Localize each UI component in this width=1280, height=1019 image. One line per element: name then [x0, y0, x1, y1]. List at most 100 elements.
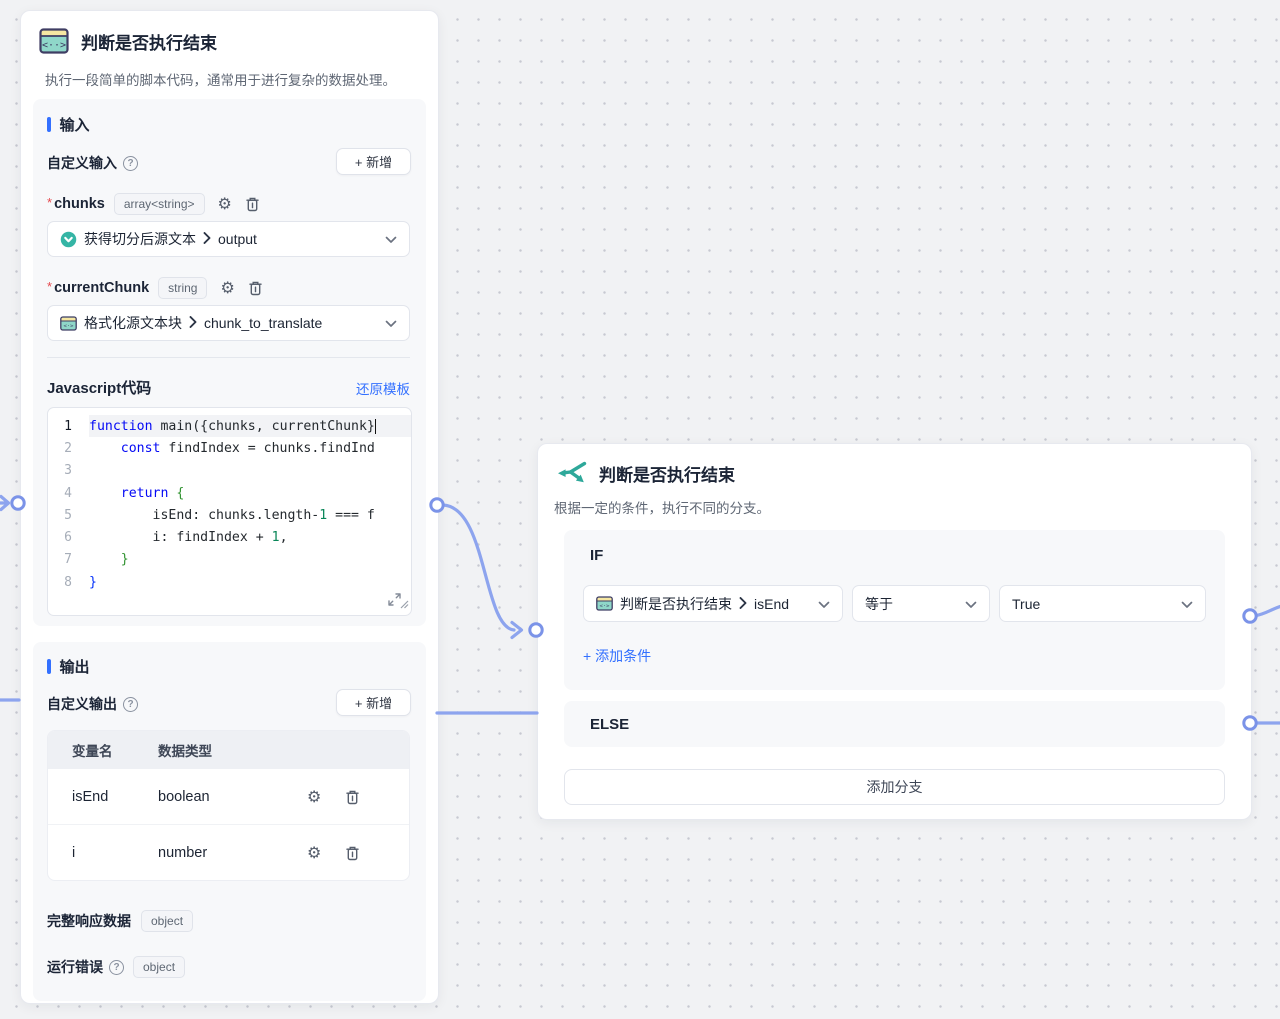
code-editor[interactable]: 1function main({chunks, currentChunk}2 c…	[47, 407, 412, 616]
required-asterisk: *	[47, 195, 52, 210]
condition-variable-select[interactable]: <·> 判断是否执行结束 isEnd	[583, 585, 843, 622]
variable-key: isEnd	[754, 596, 789, 612]
ref-key: chunk_to_translate	[204, 315, 322, 331]
line-number: 2	[48, 441, 72, 456]
code-line[interactable]: 6 i: findIndex + 1,	[48, 526, 411, 548]
trash-icon[interactable]	[245, 196, 260, 212]
code-node-title: 判断是否执行结束	[81, 29, 217, 54]
output-var-name: i	[48, 845, 158, 861]
edge-code-to-condition	[443, 505, 514, 630]
field-type-tag: string	[158, 277, 207, 299]
code-node-header: <··> 判断是否执行结束	[39, 27, 217, 55]
if-label: IF	[590, 547, 603, 564]
edge-arrowhead	[512, 623, 522, 638]
edge-arrowhead	[1, 497, 9, 510]
condition-node-header: 判断是否执行结束	[557, 459, 735, 487]
chevron-right-icon	[739, 596, 747, 612]
type-tag: object	[141, 910, 193, 932]
table-header-row: 变量名 数据类型	[48, 731, 409, 769]
condition-operator-select[interactable]: 等于	[852, 585, 990, 622]
custom-input-label: 自定义输入	[47, 153, 117, 173]
input-section-label: 输入	[60, 114, 90, 135]
ref-node-name: 格式化源文本块	[84, 313, 182, 333]
field-name: chunks	[54, 196, 105, 212]
trash-icon[interactable]	[345, 789, 360, 805]
svg-text:<·>: <·>	[64, 323, 75, 329]
input-section-header: 输入	[47, 114, 90, 135]
table-row: i number ⚙	[48, 824, 409, 880]
gear-icon[interactable]: ⚙	[218, 196, 232, 212]
line-number: 8	[48, 575, 72, 590]
run-error-row: 运行错误 ? object	[47, 956, 185, 978]
type-tag: object	[133, 956, 185, 978]
output-panel: 输出 自定义输出 ? + 新增 变量名 数据类型 isEnd boolean ⚙	[33, 642, 426, 1001]
resize-handle[interactable]	[400, 598, 409, 613]
output-var-name: isEnd	[48, 789, 158, 805]
line-number: 7	[48, 552, 72, 567]
output-var-type: number	[158, 845, 299, 861]
currentChunk-value-select[interactable]: <·> 格式化源文本块 chunk_to_translate	[47, 305, 410, 341]
chevron-down-icon	[1181, 596, 1193, 612]
help-icon[interactable]: ?	[109, 960, 124, 975]
output-var-type: boolean	[158, 789, 299, 805]
section-accent-bar	[47, 659, 51, 674]
chevron-down-icon	[818, 596, 830, 612]
gear-icon[interactable]: ⚙	[220, 280, 234, 296]
code-line[interactable]: 8}	[48, 571, 411, 593]
line-number: 5	[48, 508, 72, 523]
input-field-currentChunk: * currentChunk string ⚙	[47, 277, 263, 299]
else-label: ELSE	[590, 716, 629, 733]
table-row: isEnd boolean ⚙	[48, 769, 409, 824]
branch-icon	[557, 459, 587, 487]
condition-node-title: 判断是否执行结束	[599, 461, 735, 486]
operator-value: 等于	[865, 594, 893, 614]
code-line[interactable]: 1function main({chunks, currentChunk}	[48, 415, 411, 437]
custom-input-row: 自定义输入 ?	[47, 153, 138, 173]
help-icon[interactable]: ?	[123, 697, 138, 712]
custom-output-label: 自定义输出	[47, 694, 117, 714]
if-block: IF <·> 判断是否执行结束 isEnd 等于	[564, 530, 1225, 690]
chevron-right-icon	[203, 231, 211, 247]
code-section-header: Javascript代码 还原模板	[47, 377, 410, 398]
line-number: 3	[48, 463, 72, 478]
custom-output-row: 自定义输出 ?	[47, 694, 138, 714]
field-type-tag: array<string>	[114, 193, 205, 215]
add-input-button[interactable]: + 新增	[336, 148, 411, 175]
code-line[interactable]: 2 const findIndex = chunks.findInd	[48, 437, 411, 459]
divider	[47, 357, 410, 358]
condition-node-description: 根据一定的条件，执行不同的分支。	[554, 497, 770, 517]
col-data-type: 数据类型	[158, 740, 299, 760]
run-error-label: 运行错误	[47, 957, 103, 977]
code-line[interactable]: 5 isEnd: chunks.length-1 === f	[48, 504, 411, 526]
code-window-icon: <··>	[39, 27, 69, 55]
trash-icon[interactable]	[248, 280, 263, 296]
add-output-button[interactable]: + 新增	[336, 689, 411, 716]
code-line[interactable]: 7 }	[48, 549, 411, 571]
col-variable-name: 变量名	[48, 740, 158, 760]
condition-value: True	[1012, 596, 1040, 612]
chunks-value-select[interactable]: 获得切分后源文本 output	[47, 221, 410, 257]
else-block: ELSE	[564, 701, 1225, 747]
trash-icon[interactable]	[345, 845, 360, 861]
gear-icon[interactable]: ⚙	[307, 845, 321, 861]
code-window-mini-icon: <·>	[60, 316, 77, 331]
svg-text:<··>: <··>	[42, 40, 66, 51]
add-condition-link[interactable]: + 添加条件	[583, 646, 651, 666]
chevron-down-icon	[965, 596, 977, 612]
restore-template-link[interactable]: 还原模板	[356, 378, 410, 398]
condition-node-card[interactable]: 判断是否执行结束 根据一定的条件，执行不同的分支。 IF <·> 判断是否执行结…	[537, 443, 1252, 820]
text-cursor	[375, 419, 377, 434]
output-section-header: 输出	[47, 656, 90, 677]
required-asterisk: *	[47, 279, 52, 294]
code-window-mini-icon: <·>	[596, 596, 613, 611]
field-name: currentChunk	[54, 280, 149, 296]
gear-icon[interactable]: ⚙	[307, 789, 321, 805]
ref-key: output	[218, 231, 257, 247]
condition-value-select[interactable]: True	[999, 585, 1206, 622]
help-icon[interactable]: ?	[123, 156, 138, 171]
code-line[interactable]: 3	[48, 460, 411, 482]
code-line[interactable]: 4 return {	[48, 482, 411, 504]
chevron-down-icon	[385, 315, 397, 331]
add-branch-button[interactable]: 添加分支	[564, 769, 1225, 805]
code-node-card[interactable]: <··> 判断是否执行结束 执行一段简单的脚本代码，通常用于进行复杂的数据处理。…	[20, 10, 439, 1004]
